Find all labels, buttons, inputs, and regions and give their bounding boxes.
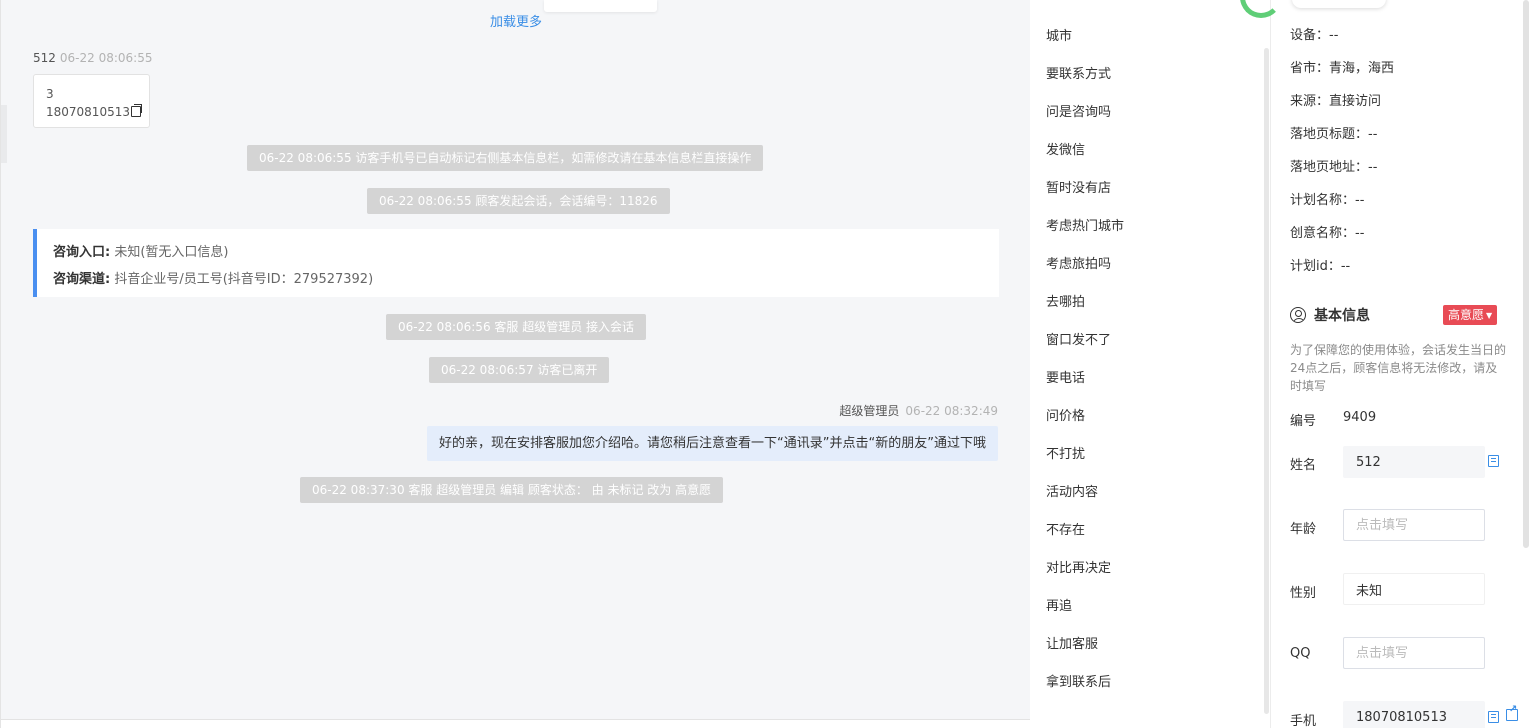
quick-reply-item[interactable]: 对比再决定 [1046,557,1111,576]
sender-name: 512 [33,51,56,65]
consult-entry-value: 未知(暂无入口信息) [114,245,229,260]
age-label: 年龄 [1290,522,1317,537]
message-line: 3 [46,87,54,101]
phone-field[interactable] [1343,701,1485,728]
quick-reply-panel: 城市要联系方式问是咨询吗发微信暂时没有店考虑热门城市 考虑旅拍吗去哪拍窗口发不了要… [1030,0,1270,728]
system-message: 06-22 08:06:56 客服 超级管理员 接入会话 [386,314,647,340]
edit-notice: 为了保障您的使用体验，会话发生当日的24点之后，顾客信息将无法修改，请及时填写 [1290,343,1507,393]
outgoing-message-header: 超级管理员 06-22 08:32:49 [839,402,998,419]
incoming-message-header: 512 06-22 08:06:55 [33,51,152,65]
user-circle-icon [1290,307,1306,323]
intent-label: 高意愿 [1448,308,1485,322]
chat-input-edge [1,719,1031,728]
system-message: 06-22 08:06:57 访客已离开 [429,357,610,383]
basic-info-title-text: 基本信息 [1314,308,1370,324]
system-message: 06-22 08:06:55 顾客发起会话，会话编号：11826 [367,188,670,214]
quick-reply-item[interactable]: 考虑旅拍吗 [1046,253,1111,272]
copy-icon[interactable] [130,104,142,117]
external-link-icon[interactable] [1506,704,1518,721]
consult-entry-label: 咨询入口: [53,245,111,260]
phone-text: 18070810513 [46,105,130,119]
quick-reply-item[interactable]: 拿到联系后 [1046,671,1111,690]
consult-channel-value: 抖音企业号/员工号(抖音号ID：279527392) [114,272,374,287]
chat-panel: 加载更多 512 06-22 08:06:55 3 18070810513 06-… [0,0,1031,728]
quick-reply-item[interactable]: 不存在 [1046,519,1085,538]
top-popup [544,0,657,12]
consult-entry-row: 咨询入口: 未知(暂无入口信息) [53,239,999,266]
sender-name: 超级管理员 [839,404,900,418]
incoming-message-bubble: 3 18070810513 [33,74,150,128]
consult-channel-row: 咨询渠道: 抖音企业号/员工号(抖音号ID：279527392) [53,266,999,293]
quick-reply-item[interactable]: 要联系方式 [1046,63,1111,82]
top-pill [1292,0,1386,8]
quick-reply-item[interactable]: 考虑热门城市 [1046,215,1124,234]
app-root: 加载更多 512 06-22 08:06:55 3 18070810513 06-… [0,0,1530,728]
info-scrollbar[interactable] [1523,0,1529,548]
visitor-device: 设备：-- [1290,28,1339,43]
visitor-region: 省市：青海，海西 [1290,61,1395,76]
gender-label: 性别 [1290,586,1317,601]
id-value: 9409 [1343,410,1377,425]
creative-name: 创意名称：-- [1290,226,1365,241]
name-label: 姓名 [1290,458,1317,473]
chat-left-stub [1,105,7,163]
quick-reply-item[interactable]: 去哪拍 [1046,291,1085,310]
quick-reply-item[interactable]: 再追 [1046,595,1072,614]
message-time: 06-22 08:32:49 [905,404,998,418]
qq-field[interactable] [1343,637,1485,669]
system-message: 06-22 08:06:55 访客手机号已自动标记右侧基本信息栏，如需修改请在基… [247,145,764,171]
qq-label: QQ [1290,646,1311,661]
consult-channel-label: 咨询渠道: [53,272,111,287]
quick-reply-item[interactable]: 活动内容 [1046,481,1098,500]
phone-label: 手机 [1290,714,1317,728]
copy-name-icon[interactable] [1488,455,1499,467]
system-message: 06-22 08:37:30 客服 超级管理员 编辑 顾客状态： 由 未标记 改… [300,477,724,503]
quick-reply-item[interactable]: 暂时没有店 [1046,177,1111,196]
copy-phone-icon[interactable] [1488,711,1499,723]
quick-reply-item[interactable]: 不打扰 [1046,443,1085,462]
quick-reply-item[interactable]: 问是咨询吗 [1046,101,1111,120]
gender-select[interactable] [1343,573,1485,605]
age-field[interactable] [1343,509,1485,541]
message-time: 06-22 08:06:55 [59,51,153,65]
quick-reply-item[interactable]: 让加客服 [1046,633,1098,652]
quick-reply-item[interactable]: 城市 [1046,25,1072,44]
plan-id: 计划id：-- [1290,259,1351,274]
quick-reply-item[interactable]: 问价格 [1046,405,1085,424]
intent-dropdown[interactable]: 高意愿 ▼ [1443,305,1498,325]
landing-page-title: 落地页标题：-- [1290,127,1378,142]
load-more-link[interactable]: 加载更多 [490,11,542,30]
landing-page-url: 落地页地址：-- [1290,160,1378,175]
name-field[interactable] [1343,446,1485,478]
quick-reply-item[interactable]: 发微信 [1046,139,1085,158]
basic-info-title: 基本信息 [1290,305,1370,325]
quick-reply-scrollbar[interactable] [1264,48,1269,714]
visitor-source: 来源：直接访问 [1290,94,1382,109]
outgoing-message-bubble: 好的亲，现在安排客服加您介绍哈。请您稍后注意查看一下“通讯录”并点击“新的朋友”… [427,426,998,461]
quick-reply-item[interactable]: 要电话 [1046,367,1085,386]
quick-reply-item[interactable]: 窗口发不了 [1046,329,1111,348]
id-label: 编号 [1290,414,1317,429]
consult-info-card: 咨询入口: 未知(暂无入口信息) 咨询渠道: 抖音企业号/员工号(抖音号ID：2… [33,229,999,297]
plan-name: 计划名称：-- [1290,193,1365,208]
caret-down-icon: ▼ [1486,311,1493,320]
